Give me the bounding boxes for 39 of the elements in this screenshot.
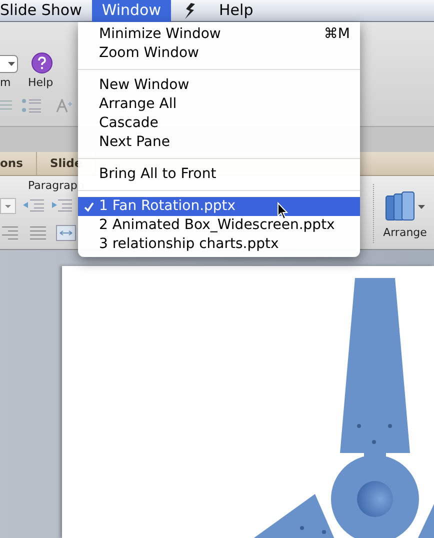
- columns-icon: [56, 225, 76, 241]
- dropdown-field[interactable]: [0, 55, 18, 73]
- menu-item-label: Next Pane: [99, 133, 170, 152]
- list-icon: [21, 98, 41, 114]
- font-size-icon: [56, 99, 72, 113]
- decrease-indent-icon: [22, 198, 44, 212]
- menu-item[interactable]: 3 relationship charts.pptx: [78, 235, 360, 254]
- menu-item-label: New Window: [99, 76, 190, 95]
- cursor-icon: [277, 202, 289, 220]
- caret-icon: [8, 62, 15, 66]
- justify-icon: [30, 226, 46, 240]
- menu-item[interactable]: Arrange All: [78, 95, 360, 114]
- menu-item-label: 1 Fan Rotation.pptx: [99, 197, 236, 216]
- menu-item[interactable]: 1 Fan Rotation.pptx: [78, 197, 360, 216]
- shortcut-label: ⌘M: [324, 25, 350, 44]
- arrange-button[interactable]: Arrange: [382, 191, 428, 243]
- menu-item-label: 3 relationship charts.pptx: [99, 235, 279, 254]
- menu-item[interactable]: New Window: [78, 76, 360, 95]
- arrange-icon: [385, 191, 415, 223]
- increase-indent-icon: [50, 198, 72, 212]
- script-icon[interactable]: [183, 2, 198, 20]
- menu-bar-item[interactable]: Window: [92, 0, 172, 22]
- menu-item-label: Minimize Window: [99, 25, 221, 44]
- menu-item-label: Bring All to Front: [99, 165, 216, 184]
- caret-icon: [418, 205, 425, 209]
- menu-bar-item[interactable]: Slide Show: [0, 0, 92, 22]
- menu-item[interactable]: Minimize Window ⌘M: [78, 25, 360, 44]
- help-icon[interactable]: [31, 52, 53, 74]
- menu-item-label: Zoom Window: [99, 44, 200, 63]
- group-label: m: [0, 75, 11, 91]
- menu-item[interactable]: 2 Animated Box_Widescreen.pptx: [78, 216, 360, 235]
- ribbon-tab[interactable]: ons: [0, 152, 37, 175]
- menu-bar-item[interactable]: Help: [209, 0, 264, 22]
- menu-item-label: Arrange All: [99, 95, 177, 114]
- menu-item[interactable]: Zoom Window: [78, 44, 360, 63]
- menu-item-label: 2 Animated Box_Widescreen.pptx: [99, 216, 335, 235]
- menu-item[interactable]: Cascade: [78, 114, 360, 133]
- menu-item-label: Cascade: [99, 114, 158, 133]
- help-button[interactable]: Help: [28, 75, 54, 92]
